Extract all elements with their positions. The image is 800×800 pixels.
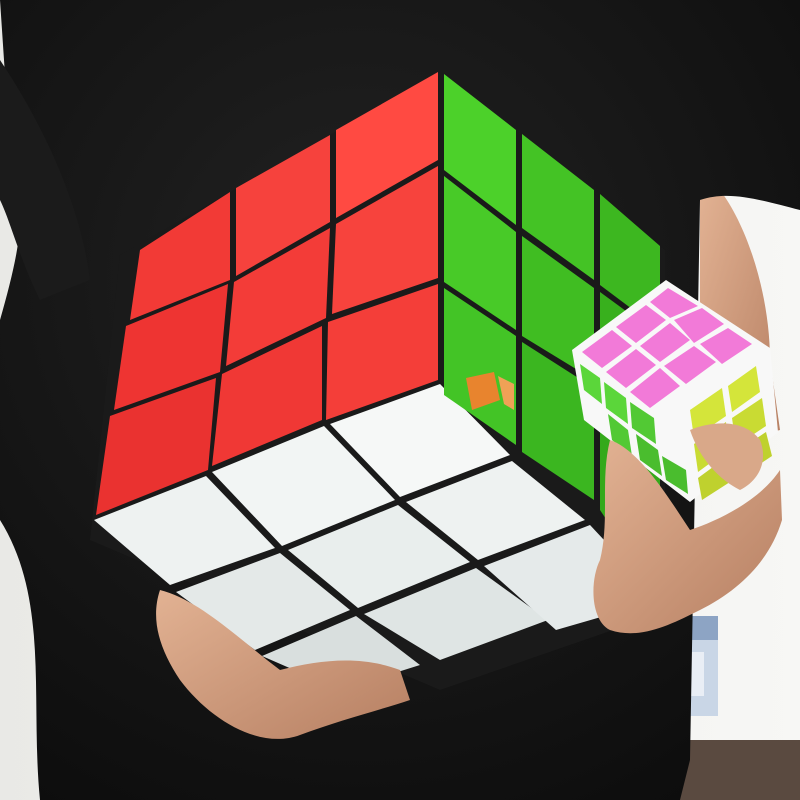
photo-scene: [0, 0, 800, 800]
